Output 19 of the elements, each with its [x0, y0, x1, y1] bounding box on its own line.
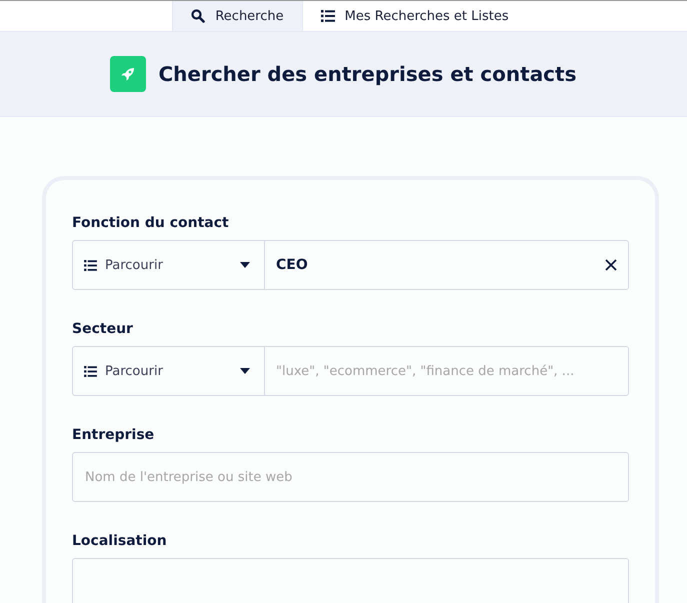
caret-icon — [240, 262, 250, 268]
input-field[interactable]: Parcourir CEO — [72, 240, 629, 290]
rocket-icon — [110, 56, 146, 92]
field-label: Secteur — [72, 321, 134, 337]
field-label: Fonction du contact — [72, 215, 230, 231]
search-icon — [191, 9, 206, 23]
tab[interactable]: Recherche — [172, 1, 303, 31]
list-icon — [84, 366, 97, 376]
list-icon — [320, 10, 335, 22]
caret-icon — [240, 368, 250, 374]
close-icon[interactable] — [605, 259, 617, 271]
input-field[interactable]: Parcourir "luxe", "ecommerce", "finance de marché", ... — [72, 346, 629, 396]
list-icon — [84, 260, 97, 270]
page-title: Chercher des entreprises et contacts — [158, 62, 577, 86]
field-label: Localisation — [72, 533, 168, 549]
browse-dropdown[interactable]: Parcourir — [73, 241, 265, 289]
field-label: Entreprise — [72, 427, 156, 443]
browse-dropdown[interactable]: Parcourir — [73, 347, 265, 395]
input-field[interactable] — [72, 558, 629, 603]
